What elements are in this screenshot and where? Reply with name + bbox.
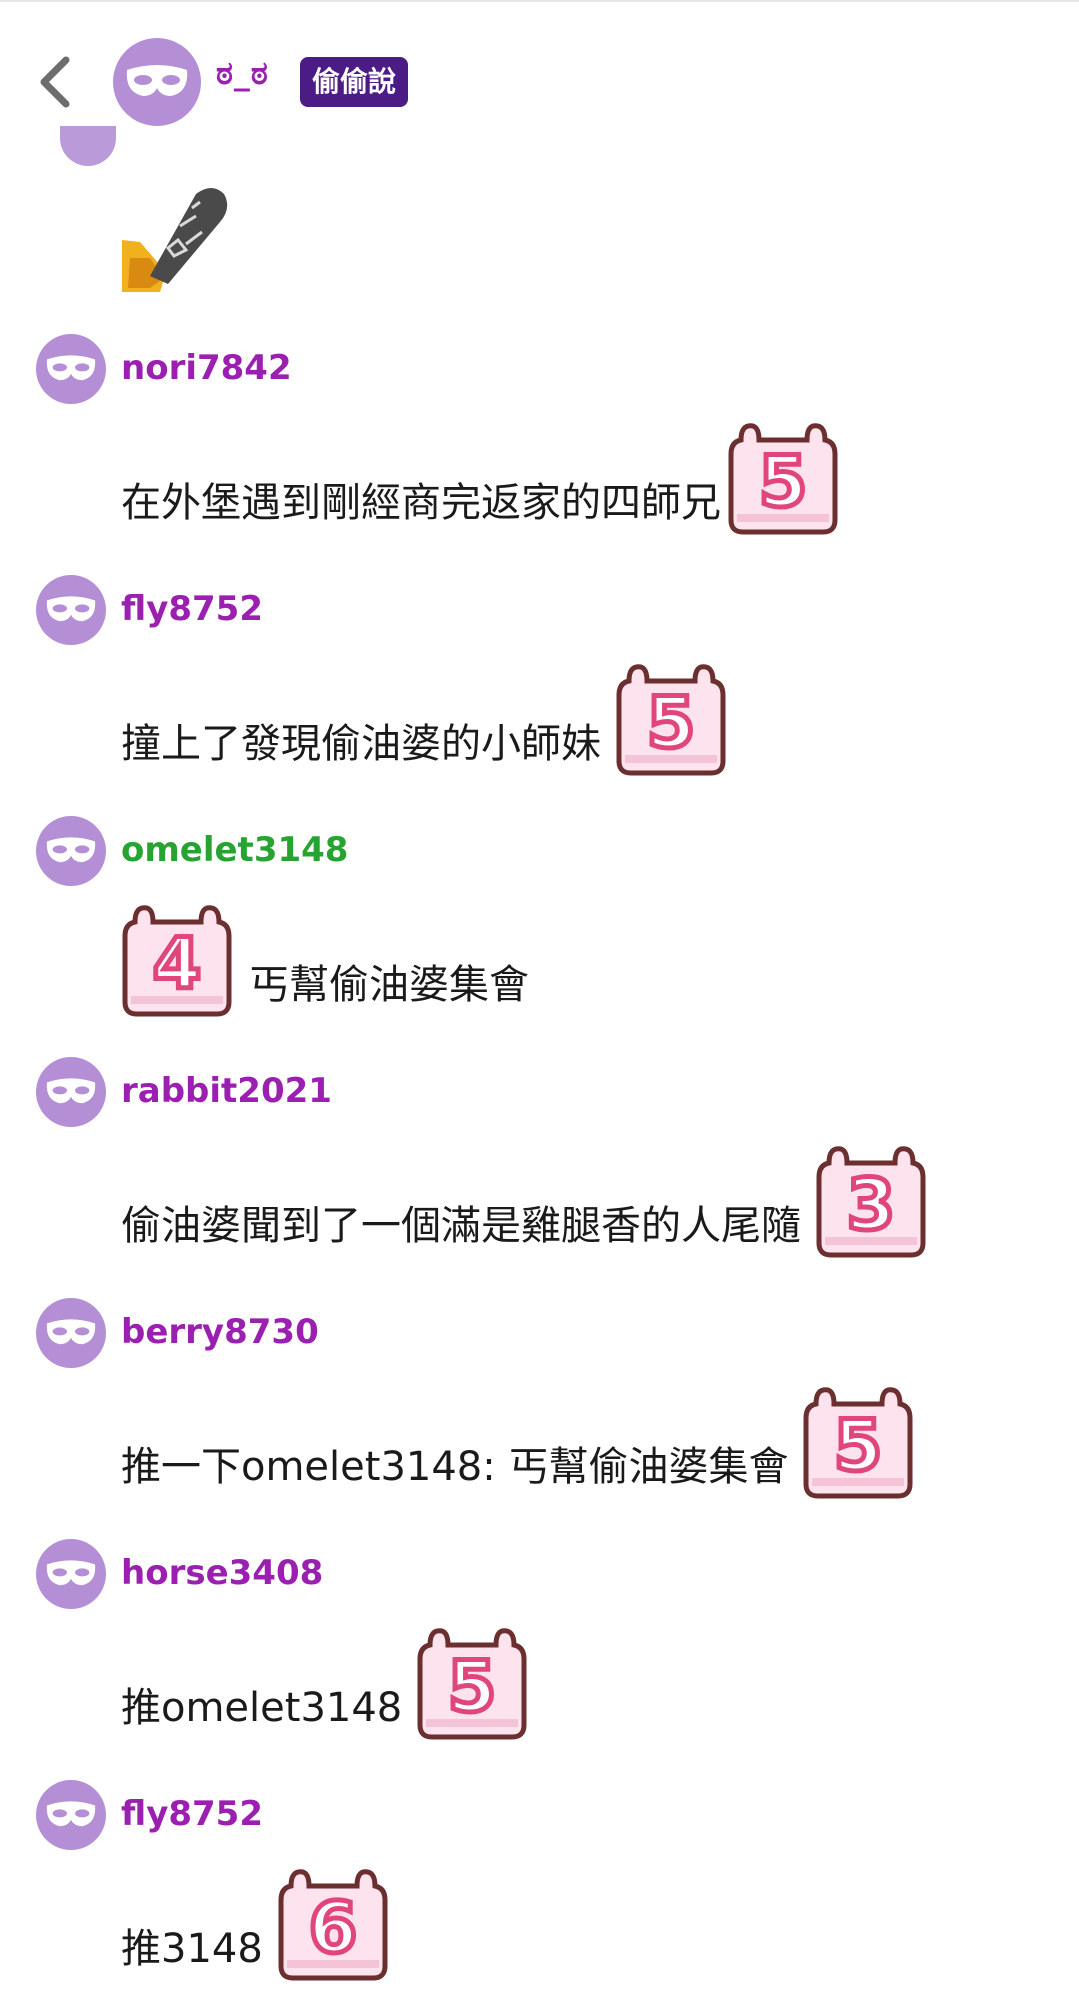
message-text: 推omelet3148 [121, 1685, 403, 1731]
avatar [60, 126, 116, 166]
emote-number: 5 [759, 441, 808, 523]
message-text-row: 在外堡遇到剛經商完返家的四師兄 5 [121, 420, 839, 536]
username[interactable]: omelet3148 [121, 830, 348, 870]
calendar-emote-icon: 3 [815, 1143, 927, 1259]
username[interactable]: fly8752 [121, 1794, 263, 1834]
emote-number: 5 [448, 1646, 497, 1728]
message-text: 撞上了發現偷油婆的小師妹 [121, 721, 601, 767]
message-text-row: 偷油婆聞到了一個滿是雞腿香的人尾隨 3 [121, 1143, 927, 1259]
emote-number: 5 [834, 1405, 883, 1487]
emote-number: 5 [647, 682, 696, 764]
mask-icon[interactable] [36, 1057, 106, 1127]
message-text: 偷油婆聞到了一個滿是雞腿香的人尾隨 [121, 1203, 801, 1249]
message-text-row: 推一下omelet3148: 丐幫偷油婆集會 5 [121, 1384, 914, 1500]
message-text-row: 推omelet3148 5 [121, 1625, 528, 1741]
emote-number: 3 [847, 1164, 896, 1246]
emote-number: 6 [308, 1887, 357, 1969]
emote-number: 4 [153, 923, 202, 1005]
calendar-emote-icon: 5 [802, 1384, 914, 1500]
anonymous-badge: 偷偷說 [300, 57, 409, 107]
username[interactable]: fly8752 [121, 589, 263, 629]
message-text: 在外堡遇到剛經商完返家的四師兄 [121, 480, 721, 526]
calendar-emote-icon: 6 [277, 1866, 389, 1982]
username[interactable]: berry8730 [121, 1312, 319, 1352]
mask-icon[interactable] [36, 816, 106, 886]
chevron-left-icon[interactable] [34, 54, 74, 110]
mask-icon[interactable] [36, 334, 106, 404]
username[interactable]: rabbit2021 [121, 1071, 332, 1111]
message-text: 丐幫偷油婆集會 [249, 962, 529, 1008]
mask-icon[interactable] [113, 38, 201, 126]
message-text: 推3148 [121, 1926, 263, 1972]
message-text-row: 推3148 6 [121, 1866, 389, 1982]
message-text-row: 4 丐幫偷油婆集會 [121, 902, 529, 1018]
mask-icon[interactable] [36, 1539, 106, 1609]
sword-sticker-icon [122, 188, 228, 292]
username[interactable]: nori7842 [121, 348, 292, 388]
username[interactable]: horse3408 [121, 1553, 323, 1593]
message-text: 推一下omelet3148: 丐幫偷油婆集會 [121, 1444, 789, 1490]
calendar-emote-icon: 5 [416, 1625, 528, 1741]
chat-title: ಠ_ಠ [216, 54, 269, 92]
mask-icon[interactable] [36, 575, 106, 645]
chat-header: ಠ_ಠ 偷偷說 [0, 0, 1079, 152]
calendar-emote-icon: 5 [727, 420, 839, 536]
mask-icon[interactable] [36, 1298, 106, 1368]
message-text-row: 撞上了發現偷油婆的小師妹 5 [121, 661, 727, 777]
calendar-emote-icon: 4 [121, 902, 233, 1018]
calendar-emote-icon: 5 [615, 661, 727, 777]
mask-icon[interactable] [36, 1780, 106, 1850]
